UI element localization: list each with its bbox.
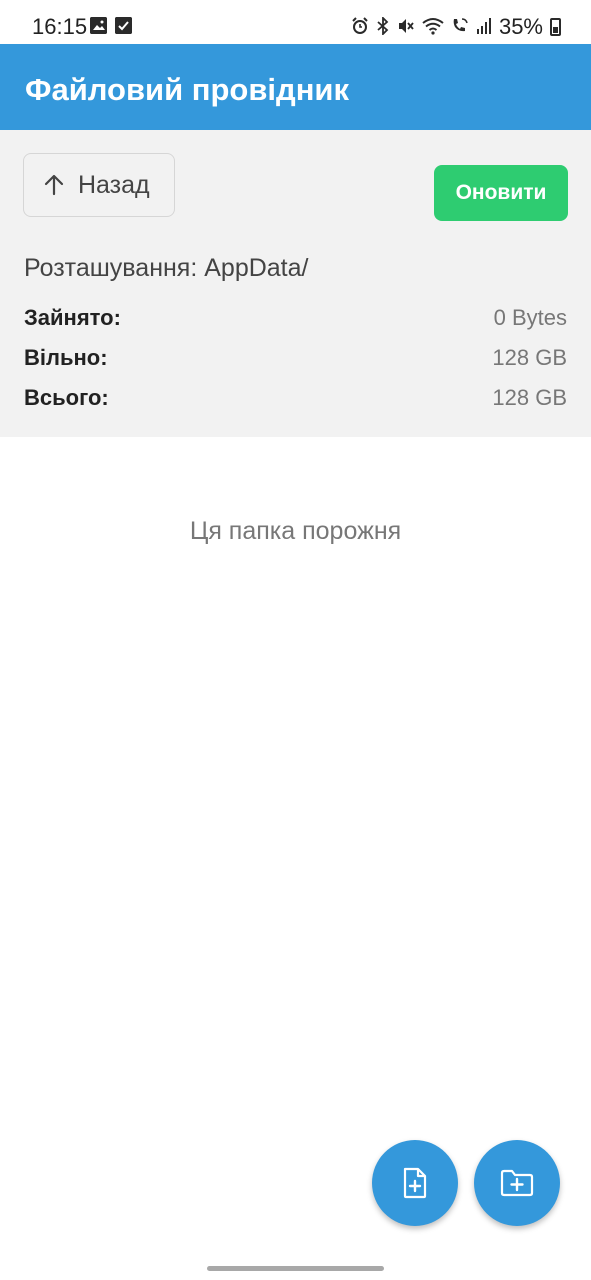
status-right-icons: 35% [351, 14, 561, 40]
gallery-icon [90, 17, 107, 34]
storage-total-label: Всього: [24, 385, 109, 410]
alarm-icon [351, 16, 369, 38]
new-folder-button[interactable] [474, 1140, 560, 1226]
signal-icon [476, 17, 492, 38]
storage-free-value: 128 GB [492, 345, 567, 370]
battery-icon [550, 18, 561, 36]
refresh-button-label: Оновити [455, 181, 547, 204]
checkbox-icon [115, 17, 132, 34]
status-time: 16:15 [32, 14, 88, 39]
empty-folder-message: Ця папка порожня [189, 517, 402, 545]
storage-used-row: Зайнято: 0 Bytes [24, 303, 567, 333]
status-left-icons [90, 17, 132, 34]
status-bar: 16:15 35% [0, 0, 591, 44]
wifi-icon [422, 17, 444, 38]
storage-total-value: 128 GB [492, 385, 567, 410]
arrow-up-icon [44, 174, 64, 196]
app-bar: Файловий провідник [0, 44, 591, 130]
storage-free-label: Вільно: [24, 345, 108, 370]
folder-plus-icon [500, 1169, 534, 1197]
storage-used-value: 0 Bytes [493, 305, 567, 330]
storage-free-row: Вільно: 128 GB [24, 343, 567, 373]
app-title: Файловий провідник [25, 72, 350, 107]
location-path: Розташування: AppData/ [24, 254, 309, 282]
bluetooth-icon [376, 15, 390, 38]
home-indicator[interactable] [207, 1266, 384, 1271]
new-file-button[interactable] [372, 1140, 458, 1226]
storage-used-label: Зайнято: [24, 305, 121, 330]
wifi-calling-icon [451, 17, 469, 38]
back-button[interactable]: Назад [23, 153, 175, 217]
refresh-button[interactable]: Оновити [434, 165, 568, 221]
file-plus-icon [403, 1167, 427, 1199]
mute-icon [397, 17, 415, 38]
battery-percent: 35% [498, 14, 543, 39]
info-panel: Назад Оновити Розташування: AppData/ Зай… [0, 130, 591, 437]
storage-total-row: Всього: 128 GB [24, 383, 567, 413]
back-button-label: Назад [78, 170, 150, 199]
screen: 16:15 35% Файловий провідник Назад Онови… [0, 0, 591, 1280]
